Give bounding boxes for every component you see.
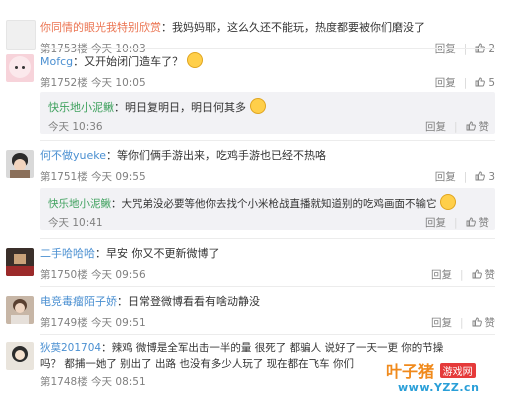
comment-text: ：又开始闭门造车了？ xyxy=(73,55,184,68)
avatar[interactable] xyxy=(6,54,34,82)
reply-button[interactable]: 回复 xyxy=(435,76,456,90)
reply-time: 今天 10:41 xyxy=(48,217,103,229)
comment-text: ：等你们俩手游出来，吃鸡手游也已经不热咯 xyxy=(106,149,326,162)
like-count: 3 xyxy=(488,171,495,183)
thumbs-up-icon xyxy=(466,217,476,227)
comment-text: ：日常登微博看看有啥动静没 xyxy=(117,295,260,308)
username[interactable]: 何不做yueke xyxy=(40,149,106,162)
reply-time: 今天 10:36 xyxy=(48,121,103,133)
reply-button[interactable]: 回复 xyxy=(435,170,456,184)
comment-text-continued: 吗？ 都捕一她了 别出了 出路 也没有多少人玩了 现在都在飞车 你们 xyxy=(40,358,355,370)
username[interactable]: 你同情的眼光我特别欣赏 xyxy=(40,21,161,34)
watermark-tag: 游戏网 xyxy=(439,363,476,378)
username[interactable]: 快乐地小泥鳅 xyxy=(48,198,111,210)
emoji-icon xyxy=(439,194,456,210)
like-button[interactable]: 赞 xyxy=(472,316,496,330)
thumbs-up-icon xyxy=(472,317,482,327)
like-button[interactable]: 赞 xyxy=(466,120,490,134)
comment-text: ：辣鸡 微博是全军出击一半的量 很死了 都骗人 说好了一天一更 你的节操 xyxy=(101,342,444,354)
like-button[interactable]: 3 xyxy=(475,170,495,184)
like-button[interactable]: 5 xyxy=(475,76,495,90)
username[interactable]: 电竞毒瘤陌子娇 xyxy=(40,295,117,308)
reply-text: ：明日复明日，明日何其多 xyxy=(114,101,246,114)
username[interactable]: 狄莫201704 xyxy=(40,342,101,354)
avatar[interactable] xyxy=(6,342,34,370)
emoji-icon xyxy=(249,98,266,114)
comment-text: ：我妈妈耶，这么久还不能玩，热度都要被你们磨没了 xyxy=(161,21,425,34)
like-button[interactable]: 赞 xyxy=(472,268,496,282)
like-count: 5 xyxy=(488,77,495,89)
reply-button[interactable]: 回复 xyxy=(425,120,446,134)
avatar[interactable] xyxy=(6,150,34,178)
divider xyxy=(40,286,495,287)
thumbs-up-icon xyxy=(466,121,476,131)
reply-item: 快乐地小泥鳅：明日复明日，明日何其多 今天 10:36 回复 | 赞 xyxy=(40,92,495,134)
watermark-brand: 叶子猪 xyxy=(386,362,435,381)
divider xyxy=(40,140,495,141)
divider xyxy=(40,48,495,49)
reply-button[interactable]: 回复 xyxy=(431,268,452,282)
thumbs-up-icon xyxy=(472,269,482,279)
comment-floor-time: 第1748楼 今天 08:51 xyxy=(40,376,146,388)
thumbs-up-icon xyxy=(475,77,486,87)
comment-floor-time: 第1751楼 今天 09:55 xyxy=(40,171,146,183)
comment-floor-time: 第1750楼 今天 09:56 xyxy=(40,269,146,281)
like-label: 赞 xyxy=(484,269,496,281)
comment-text: ：早安 你又不更新微博了 xyxy=(95,247,220,260)
cat-emoji-icon xyxy=(186,52,203,68)
like-label: 赞 xyxy=(484,317,496,329)
reply-button[interactable]: 回复 xyxy=(431,316,452,330)
divider xyxy=(40,334,495,335)
comment-floor-time: 第1752楼 今天 10:05 xyxy=(40,77,146,89)
reply-item: 快乐地小泥鳅：大咒弟没必要等他你去找个小米枪战直播就知道别的吃鸡画面不输它 今天… xyxy=(40,188,495,230)
like-label: 赞 xyxy=(478,217,490,229)
comment-floor-time: 第1749楼 今天 09:51 xyxy=(40,317,146,329)
divider xyxy=(40,238,495,239)
thumbs-up-icon xyxy=(475,171,486,181)
username[interactable]: Mofcg xyxy=(40,55,73,68)
site-watermark: 叶子猪 游戏网 www.YZZ.cn xyxy=(380,356,505,400)
avatar[interactable] xyxy=(6,248,34,276)
watermark-logo: 叶子猪 游戏网 xyxy=(386,358,476,382)
reply-text: ：大咒弟没必要等他你去找个小米枪战直播就知道别的吃鸡画面不输它 xyxy=(111,198,437,210)
username[interactable]: 快乐地小泥鳅 xyxy=(48,101,114,114)
like-button[interactable]: 赞 xyxy=(466,216,490,230)
reply-button[interactable]: 回复 xyxy=(425,216,446,230)
avatar[interactable] xyxy=(6,20,36,50)
username[interactable]: 二手哈哈哈 xyxy=(40,247,95,260)
watermark-url: www.YZZ.cn xyxy=(398,381,480,394)
avatar[interactable] xyxy=(6,296,34,324)
like-label: 赞 xyxy=(478,121,490,133)
